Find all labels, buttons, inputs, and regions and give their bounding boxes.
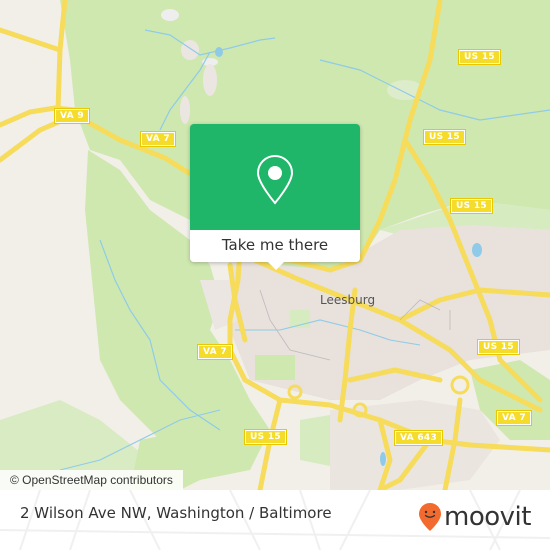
route-shield-va9: VA 9 [55, 109, 89, 123]
route-shield-va7: VA 7 [198, 345, 232, 359]
route-shield-us15: US 15 [451, 199, 492, 213]
moovit-wordmark: moovit [444, 502, 531, 532]
route-shield-us15: US 15 [459, 50, 500, 64]
address-text: 2 Wilson Ave NW, Washington / Baltimore [20, 504, 332, 522]
city-label-leesburg: Leesburg [320, 293, 376, 307]
route-shield-us15: US 15 [478, 340, 519, 354]
take-me-there-button[interactable]: Take me there [190, 230, 360, 262]
map-attribution[interactable]: © OpenStreetMap contributors [0, 470, 183, 490]
map-view[interactable]: VA 9 VA 7 US 15 US 15 US 15 US 15 VA 7 V… [0, 0, 550, 490]
route-shield-va643: VA 643 [395, 431, 443, 445]
route-shield-us15: US 15 [245, 430, 286, 444]
moovit-logo[interactable]: moovit [418, 502, 531, 532]
route-shield-us15: US 15 [424, 130, 465, 144]
moovit-pin-icon [419, 503, 441, 531]
popup-header [190, 124, 360, 230]
route-shield-va7: VA 7 [141, 132, 175, 146]
footer-bar: 2 Wilson Ave NW, Washington / Baltimore … [0, 490, 550, 550]
location-popup: Take me there [190, 124, 360, 270]
route-shield-va7: VA 7 [497, 411, 531, 425]
location-pin-icon [256, 154, 294, 205]
popup-pointer [268, 262, 284, 270]
